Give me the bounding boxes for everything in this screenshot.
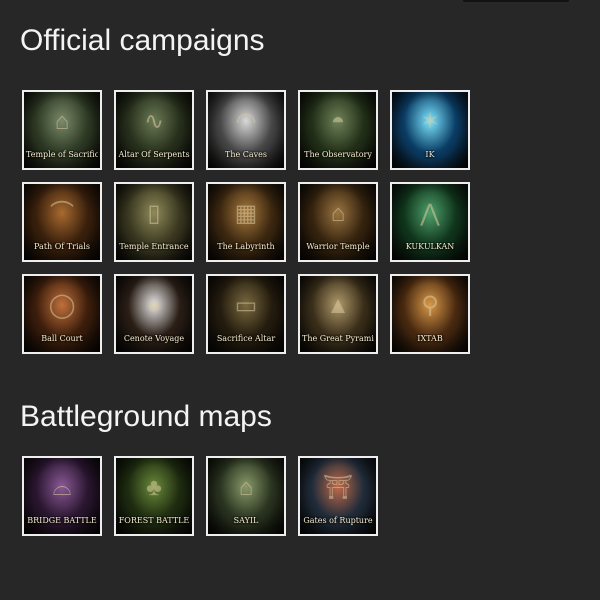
labyrinth-icon: ▦	[234, 200, 258, 227]
map-tile-label: Cenote Voyage	[123, 334, 185, 343]
observatory-icon: ◓	[330, 108, 346, 135]
map-tile[interactable]: ▲ The Great Pyramid	[298, 274, 378, 354]
map-tile-label: The Labyrinth	[217, 242, 275, 251]
map-tile[interactable]: ● Cenote Voyage	[114, 274, 194, 354]
map-tile[interactable]: ✶ IK	[390, 90, 470, 170]
map-tile[interactable]: ▭ Sacrifice Altar	[206, 274, 286, 354]
forest-icon: ♣	[146, 474, 162, 501]
ball-court-icon: ◯	[48, 292, 76, 319]
serpent-altar-icon: ∿	[143, 108, 165, 135]
map-tile-label: KUKULKAN	[405, 242, 455, 251]
pyramid-icon: ▲	[326, 292, 350, 319]
section-title-battleground-maps: Battleground maps	[20, 400, 272, 433]
temple-icon: ⌂	[54, 108, 70, 135]
map-tile[interactable]: ⌂ SAYIL	[206, 456, 286, 536]
map-tile[interactable]: ◯ Ball Court	[22, 274, 102, 354]
map-tile[interactable]: ⌓ BRIDGE BATTLE	[22, 456, 102, 536]
cave-icon: ◠	[235, 108, 257, 135]
map-tile-label: IXTAB	[417, 334, 443, 343]
map-tile[interactable]: ◓ The Observatory	[298, 90, 378, 170]
map-tile-label: Sacrifice Altar	[216, 334, 276, 343]
map-tile-label: Temple of Sacrifice	[26, 150, 98, 159]
map-tile-label: Ball Court	[41, 334, 83, 343]
map-tile[interactable]: ⌂ Temple of Sacrifice	[22, 90, 102, 170]
map-tile[interactable]: ⌂ Warrior Temple	[298, 182, 378, 262]
map-tile[interactable]: ♣ FOREST BATTLE	[114, 456, 194, 536]
path-icon: ⌒	[50, 200, 74, 227]
map-tile-label: The Great Pyramid	[302, 334, 374, 343]
map-tile[interactable]: ⌒ Path Of Trials	[22, 182, 102, 262]
kukulkan-icon: ⋀	[420, 200, 440, 227]
cenote-icon: ●	[146, 292, 162, 319]
map-tile-label: BRIDGE BATTLE	[27, 516, 97, 525]
map-tile[interactable]: ▦ The Labyrinth	[206, 182, 286, 262]
map-tile-label: The Caves	[224, 150, 267, 159]
map-tile-label: Path Of Trials	[34, 242, 90, 251]
map-tile-label: Temple Entrance	[119, 242, 189, 251]
map-tile[interactable]: ∿ Altar Of Serpents	[114, 90, 194, 170]
map-tile[interactable]: ◠ The Caves	[206, 90, 286, 170]
sayil-icon: ⌂	[238, 474, 254, 501]
map-tile-label: SAYIL	[233, 516, 259, 525]
ixtab-icon: ⚲	[421, 292, 439, 319]
map-tile-label: Altar Of Serpents	[118, 150, 190, 159]
map-tile[interactable]: ⋀ KUKULKAN	[390, 182, 470, 262]
entrance-icon: ▯	[147, 200, 161, 227]
bridge-icon: ⌓	[52, 474, 72, 501]
top-bar-tab[interactable]	[463, 0, 569, 2]
ik-creature-icon: ✶	[419, 108, 441, 135]
map-tile-label: IK	[425, 150, 435, 159]
map-tile[interactable]: ⚲ IXTAB	[390, 274, 470, 354]
gates-icon: ⛩	[322, 474, 354, 501]
warrior-temple-icon: ⌂	[330, 200, 346, 227]
section-title-official-campaigns: Official campaigns	[20, 24, 265, 57]
map-tile[interactable]: ▯ Temple Entrance	[114, 182, 194, 262]
map-tile-label: Gates of Rupture	[303, 516, 373, 525]
map-tile-label: The Observatory	[304, 150, 372, 159]
map-tile-label: Warrior Temple	[306, 242, 370, 251]
map-tile[interactable]: ⛩ Gates of Rupture	[298, 456, 378, 536]
sacrifice-altar-icon: ▭	[234, 292, 258, 319]
map-tile-label: FOREST BATTLE	[118, 516, 190, 525]
